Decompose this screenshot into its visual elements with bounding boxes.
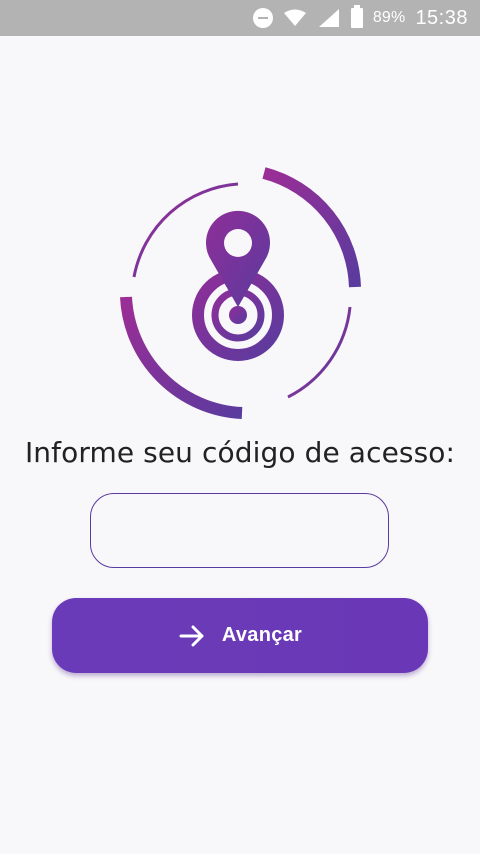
advance-button[interactable]: Avançar: [52, 598, 428, 673]
do-not-disturb-icon: [252, 8, 273, 28]
advance-button-label: Avançar: [221, 624, 303, 646]
battery-icon: [350, 5, 363, 28]
status-bar: 89% 15:38: [0, 0, 480, 36]
arrow-right-icon: [179, 625, 204, 646]
battery-level: 89%: [372, 9, 406, 26]
access-code-input[interactable]: [90, 493, 389, 568]
wifi-icon: [283, 9, 306, 26]
status-icons: 89% 15:38: [252, 0, 468, 36]
clock: 15:38: [415, 6, 468, 29]
location-pin-target-icon: [120, 167, 361, 419]
access-code-prompt: Informe seu código de acesso:: [24, 436, 456, 469]
signal-icon: [318, 9, 339, 27]
